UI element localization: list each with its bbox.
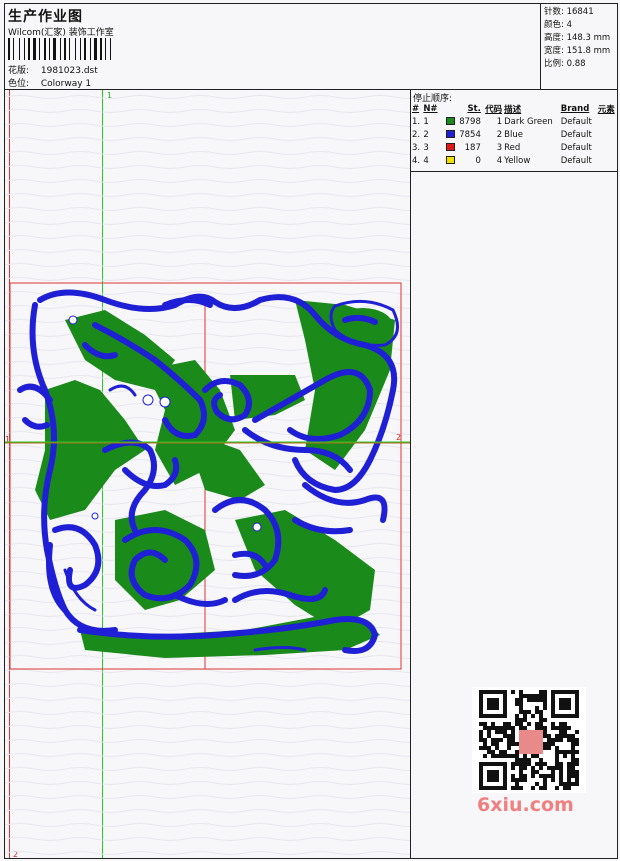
stat-width-label: 宽度: (544, 46, 564, 56)
col-index: # (412, 103, 420, 114)
cell-number: 2 (423, 129, 429, 140)
stitch-count: 187 (464, 142, 481, 153)
cell-code: 3 (496, 142, 503, 153)
cell-number: 3 (423, 142, 429, 153)
stat-colors-value: 4 (566, 20, 572, 30)
cell-element (597, 115, 618, 128)
cell-number: 4 (423, 155, 429, 166)
color-swatch (445, 143, 455, 151)
design-file-value: 1981023.dst (40, 66, 98, 76)
page-title: 生产作业图 (8, 9, 83, 25)
stat-colors-label: 颜色: (544, 20, 564, 30)
cell-index: 4. (412, 155, 421, 166)
cell-index: 2. (412, 129, 421, 140)
stat-height: 高度: 148.3 mm (544, 32, 617, 45)
stitch-count: 0 (475, 155, 481, 166)
barcode-icon (8, 38, 144, 60)
qr-logo-stamp (519, 730, 543, 754)
design-file-label: 花版: (8, 66, 30, 76)
stat-scale-value: 0.88 (566, 59, 586, 69)
table-row: 1. 1 8798 1 Dark Green Default (411, 115, 618, 128)
table-row: 2. 2 7854 2 Blue Default (411, 128, 618, 141)
stat-scale-label: 比例: (544, 59, 564, 69)
cell-description: Dark Green (504, 116, 553, 127)
colorway-value: Colorway 1 (40, 79, 92, 89)
stat-stitches-value: 16841 (566, 7, 594, 17)
col-element: 元素 (597, 104, 615, 115)
col-number: N# (423, 103, 438, 114)
table-header-row: # N# St. 代码 描述 Brand 元素 (411, 102, 618, 115)
cell-code: 1 (496, 116, 503, 127)
cell-number: 1 (423, 116, 429, 127)
stat-height-label: 高度: (544, 33, 564, 43)
stat-width: 宽度: 151.8 mm (544, 45, 617, 58)
color-sequence-table: # N# St. 代码 描述 Brand 元素 1. 1 8798 1 Dark Gre… (411, 102, 618, 167)
design-preview-area: 1 1 2 2 (5, 90, 410, 859)
cell-brand: Default (560, 129, 592, 140)
cell-index: 3. (412, 142, 421, 153)
col-stitches: St. (467, 103, 481, 114)
color-swatch (445, 130, 455, 138)
stat-scale: 比例: 0.88 (544, 58, 617, 71)
cell-stitches: 7854 (440, 128, 481, 141)
cell-description: Blue (504, 129, 523, 140)
cell-brand: Default (560, 155, 592, 166)
cell-element (597, 141, 618, 154)
stat-width-value: 151.8 mm (566, 46, 611, 56)
cell-description: Yellow (504, 155, 531, 166)
cell-code: 4 (496, 155, 503, 166)
table-row: 4. 4 0 4 Yellow Default (411, 154, 618, 167)
cell-description: Red (504, 142, 521, 153)
color-swatch (445, 117, 455, 125)
cell-stitches: 187 (440, 141, 481, 154)
design-stats: 针数: 16841 颜色: 4 高度: 148.3 mm 宽度: 151.8 m… (540, 4, 617, 90)
production-sheet: 生产作业图 Wilcom(汇家) 装饰工作室 花版: 1981023.dst 色… (4, 3, 618, 859)
colorway-row: 色位: Colorway 1 (8, 76, 91, 89)
qr-code-icon (472, 687, 586, 793)
watermark-text: 6xiu.com (477, 794, 574, 816)
color-swatch (445, 156, 455, 164)
cell-element (597, 154, 618, 167)
color-sequence-panel: 停止顺序: # N# St. 代码 描述 Brand 元素 1. 1 8798 1 Da… (410, 90, 618, 858)
cell-stitches: 8798 (440, 115, 481, 128)
cell-brand: Default (560, 142, 592, 153)
stat-stitches-label: 针数: (544, 7, 564, 17)
cell-stitches: 0 (440, 154, 481, 167)
colorway-label: 色位: (8, 79, 30, 89)
sheet-header: 生产作业图 Wilcom(汇家) 装饰工作室 花版: 1981023.dst 色… (5, 4, 617, 90)
cell-code: 2 (496, 129, 503, 140)
stitch-count: 7854 (459, 129, 481, 140)
stat-stitches: 针数: 16841 (544, 6, 617, 19)
col-code: 代码 (485, 104, 503, 115)
stat-colors: 颜色: 4 (544, 19, 617, 32)
stitch-count: 8798 (459, 116, 481, 127)
cell-brand: Default (560, 116, 592, 127)
col-brand: Brand (560, 103, 590, 114)
cell-element (597, 128, 618, 141)
table-divider (411, 171, 618, 172)
table-row: 3. 3 187 3 Red Default (411, 141, 618, 154)
stat-height-value: 148.3 mm (566, 33, 611, 43)
design-file-row: 花版: 1981023.dst (8, 63, 98, 76)
company-name: Wilcom(汇家) 装饰工作室 (8, 28, 114, 38)
col-description: 描述 (504, 104, 522, 115)
cell-index: 1. (412, 116, 421, 127)
embroidery-design (5, 90, 410, 858)
